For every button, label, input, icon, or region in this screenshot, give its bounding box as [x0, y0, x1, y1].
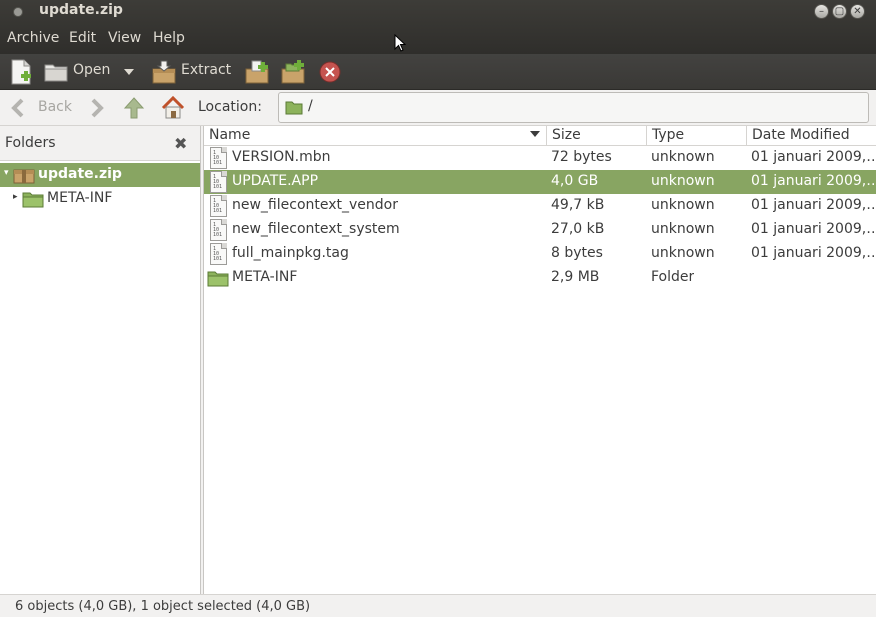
file-size: 4,0 GB [551, 173, 599, 189]
table-row[interactable]: 1 10 101 VERSION.mbn 72 bytes unknown 01 j… [204, 146, 876, 170]
new-archive-icon[interactable] [9, 59, 33, 85]
status-text: 6 objects (4,0 GB), 1 object selected (4… [15, 599, 311, 614]
add-files-icon[interactable] [244, 59, 270, 85]
window-menu-icon[interactable] [13, 7, 23, 17]
file-size: 2,9 MB [551, 269, 600, 285]
file-type: unknown [651, 173, 715, 189]
status-bar: 6 objects (4,0 GB), 1 object selected (4… [0, 594, 876, 617]
file-size: 72 bytes [551, 149, 612, 165]
column-header-type[interactable]: Type [647, 126, 747, 146]
table-row[interactable]: 1 10 101 new_filecontext_system 27,0 kB un… [204, 218, 876, 242]
extract-icon[interactable] [151, 59, 177, 85]
file-type: unknown [651, 149, 715, 165]
binary-file-icon: 1 10 101 [210, 147, 227, 169]
file-type: unknown [651, 245, 715, 261]
table-row[interactable]: 1 10 101 new_filecontext_vendor 49,7 kB un… [204, 194, 876, 218]
location-path: / [308, 98, 313, 114]
title-bar[interactable]: update.zip – ▢ ✕ [0, 0, 876, 24]
tree-item-label: META-INF [47, 190, 113, 206]
binary-file-icon: 1 10 101 [210, 243, 227, 265]
file-type: unknown [651, 221, 715, 237]
archive-icon [13, 169, 35, 184]
file-name: new_filecontext_vendor [232, 197, 399, 213]
folder-icon[interactable] [44, 62, 68, 82]
file-name: META-INF [232, 269, 298, 285]
file-size: 27,0 kB [551, 221, 605, 237]
minimize-icon[interactable]: – [814, 4, 829, 19]
table-row[interactable]: 1 10 101 full_mainpkg.tag 8 bytes unknown … [204, 242, 876, 266]
table-row[interactable]: 1 10 101 UPDATE.APP 4,0 GB unknown 01 janu… [204, 170, 876, 194]
binary-file-icon: 1 10 101 [210, 219, 227, 241]
expanded-arrow-icon[interactable]: ▾ [4, 168, 9, 178]
location-label: Location: [198, 99, 262, 115]
close-pane-icon[interactable]: ✖ [174, 134, 187, 153]
file-type: Folder [651, 269, 695, 285]
folders-pane: Folders ✖ ▾ update.zip ▸ META-INF [0, 126, 201, 594]
window-title: update.zip [39, 2, 123, 18]
folders-title: Folders [5, 135, 56, 151]
mouse-cursor-icon [394, 34, 406, 52]
maximize-icon[interactable]: ▢ [832, 4, 847, 19]
dropdown-arrow-icon[interactable] [123, 68, 135, 76]
menu-edit[interactable]: Edit [69, 30, 96, 46]
location-bar: Back Location: / [0, 90, 876, 126]
sort-descending-icon[interactable] [530, 131, 540, 137]
back-button[interactable]: Back [38, 99, 72, 115]
extract-button[interactable]: Extract [181, 62, 231, 78]
column-header-label: Date Modified [752, 127, 850, 143]
column-header-name[interactable]: Name [204, 126, 547, 146]
stop-icon[interactable] [318, 60, 342, 84]
window-top-bar: update.zip – ▢ ✕ Archive Edit View Help [0, 0, 876, 54]
open-button[interactable]: Open [73, 62, 110, 78]
file-size: 49,7 kB [551, 197, 605, 213]
column-header-date-modified[interactable]: Date Modified [747, 126, 876, 146]
location-field[interactable]: / [278, 92, 869, 123]
tree-item-label: update.zip [38, 166, 122, 182]
column-header-label: Name [209, 127, 251, 143]
menu-view[interactable]: View [108, 30, 141, 46]
add-folder-icon[interactable] [280, 59, 306, 85]
folder-icon [285, 101, 303, 115]
column-header-label: Type [652, 127, 685, 143]
file-date: 01 januari 2009,… [751, 197, 875, 213]
column-headers: Name Size Type Date Modified [204, 126, 876, 146]
folders-header: Folders ✖ [0, 126, 200, 161]
menu-help[interactable]: Help [153, 30, 185, 46]
forward-arrow-icon[interactable] [88, 98, 106, 118]
binary-file-icon: 1 10 101 [210, 195, 227, 217]
file-date: 01 januari 2009,… [751, 245, 875, 261]
toolbar: Open Extract [0, 54, 876, 90]
file-name: VERSION.mbn [232, 149, 331, 165]
folder-icon [207, 271, 229, 287]
table-row[interactable]: META-INF 2,9 MB Folder [204, 266, 876, 290]
file-name: full_mainpkg.tag [232, 245, 349, 261]
close-icon[interactable]: ✕ [850, 4, 865, 19]
tree-item-update-zip[interactable]: ▾ update.zip [0, 163, 200, 187]
file-name: new_filecontext_system [232, 221, 400, 237]
file-size: 8 bytes [551, 245, 603, 261]
file-date: 01 januari 2009,… [751, 149, 875, 165]
collapsed-arrow-icon[interactable]: ▸ [13, 192, 18, 202]
file-name: UPDATE.APP [232, 173, 319, 189]
column-header-size[interactable]: Size [547, 126, 647, 146]
file-date: 01 januari 2009,… [751, 173, 875, 189]
menu-archive[interactable]: Archive [7, 30, 59, 46]
file-list: Name Size Type Date Modified 1 10 101 VERS… [203, 126, 876, 594]
up-arrow-icon[interactable] [123, 96, 145, 120]
back-arrow-icon[interactable] [9, 98, 27, 118]
column-header-label: Size [552, 127, 581, 143]
binary-file-icon: 1 10 101 [210, 171, 227, 193]
folder-icon [22, 192, 44, 208]
file-type: unknown [651, 197, 715, 213]
tree-item-meta-inf[interactable]: ▸ META-INF [0, 187, 200, 211]
file-date: 01 januari 2009,… [751, 221, 875, 237]
home-icon[interactable] [160, 95, 186, 121]
